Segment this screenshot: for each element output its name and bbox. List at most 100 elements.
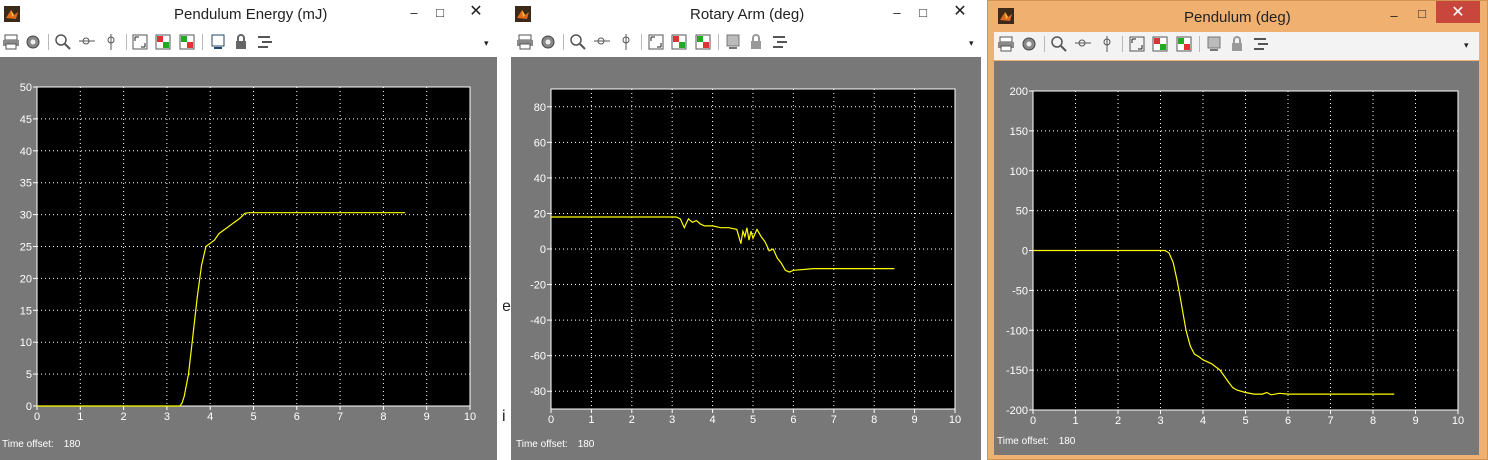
scope-window-pendulum-energy[interactable]: Pendulum Energy (mJ) ‒ □ ✕ ▾ 01234567891… [0,0,503,460]
chart-axes: 0 1 2 3 4 5 6 7 8 9 10 -200 -150 -100 -50 0 50 100 150 200 [1006,86,1464,427]
maximize-button[interactable]: □ [909,0,937,24]
scope-window-rotary-arm[interactable]: Rotary Arm (deg) ‒ □ ✕ ▾ 0 1 2 3 4 5 6 7 8 9 10 -80… [511,0,985,460]
x-tick-label: 3 [669,414,675,426]
print-icon[interactable] [2,33,20,51]
title-bar[interactable]: Pendulum Energy (mJ) ‒ □ ✕ [0,0,503,30]
time-offset-value: 180 [1058,436,1076,447]
x-tick-label: 7 [831,414,837,426]
close-button[interactable]: ✕ [1436,1,1480,23]
restore-axes-icon[interactable] [694,33,712,51]
y-tick-label: 80 [534,102,546,114]
zoom-x-icon[interactable] [593,33,611,51]
minimize-button[interactable]: ‒ [883,0,911,24]
y-tick-label: 50 [20,82,32,94]
window-title: Pendulum Energy (mJ) [174,6,328,23]
matlab-app-icon [515,6,531,22]
y-tick-label: 35 [20,178,32,190]
toolbar-separator [126,34,127,50]
x-tick-label: 4 [207,411,213,423]
x-tick-label: 3 [1157,415,1163,427]
lock-axes-icon[interactable] [232,33,250,51]
toolbar-overflow-icon[interactable]: ▾ [1464,40,1469,51]
zoom-y-icon[interactable] [617,33,635,51]
y-tick-label: 20 [20,273,32,285]
floating-scope-icon[interactable] [1205,35,1223,53]
restore-axes-icon[interactable] [1175,35,1193,53]
zoom-in-icon[interactable] [569,33,587,51]
lock-axes-icon[interactable] [1228,35,1246,53]
time-offset: Time offset: 180 [997,436,1085,447]
scope-toolbar: ▾ [511,30,985,56]
x-tick-label: 0 [1030,415,1036,427]
signal-selector-icon[interactable] [771,33,789,51]
x-tick-label: 5 [1242,415,1248,427]
x-tick-label: 4 [710,414,716,426]
restore-axes-icon[interactable] [178,33,196,51]
maximize-button[interactable]: □ [426,0,454,24]
y-tick-label: 150 [1010,126,1028,138]
title-bar[interactable]: Rotary Arm (deg) ‒ □ ✕ [511,0,985,30]
floating-scope-icon[interactable] [209,33,227,51]
minimize-button[interactable]: ‒ [400,0,428,24]
y-tick-label: 0 [1022,246,1028,258]
minimize-button[interactable]: ‒ [1380,3,1408,27]
title-bar[interactable]: Pendulum (deg) ‒ □ ✕ [988,1,1487,31]
x-tick-label: 9 [1412,415,1418,427]
time-offset-label: Time offset: [2,439,54,450]
params-icon[interactable] [539,33,557,51]
toolbar-overflow-icon[interactable]: ▾ [969,38,974,49]
toolbar-separator [1122,36,1123,52]
x-tick-label: 3 [164,411,170,423]
scope-toolbar: ▾ [994,32,1479,60]
y-tick-label: -200 [1006,405,1028,417]
maximize-button[interactable]: □ [1408,1,1436,25]
scope-display: 0 1 2 3 4 5 6 7 8 9 10 -80 -60 -40 -20 0 20 40 60 80 Time o… [511,57,981,460]
y-tick-label: 25 [20,242,32,254]
x-tick-label: 5 [250,411,256,423]
zoom-in-icon[interactable] [1050,35,1068,53]
time-offset-label: Time offset: [997,436,1049,447]
toolbar-separator [563,34,564,50]
params-icon[interactable] [1020,35,1038,53]
autoscale-icon[interactable] [647,33,665,51]
y-tick-label: 50 [1016,206,1028,218]
x-tick-label: 9 [424,411,430,423]
print-icon[interactable] [516,33,534,51]
scope-window-pendulum[interactable]: Pendulum (deg) ‒ □ ✕ ▾ 0 1 2 3 4 5 6 7 8 9 10 -200 -… [987,0,1488,460]
time-offset-value: 180 [63,439,81,450]
y-tick-label: -80 [530,386,546,398]
signal-selector-icon[interactable] [256,33,274,51]
lock-axes-icon[interactable] [747,33,765,51]
y-tick-label: 40 [20,146,32,158]
x-tick-label: 6 [1285,415,1291,427]
zoom-y-icon[interactable] [1098,35,1116,53]
x-tick-label: 10 [949,414,961,426]
save-axes-icon[interactable] [1151,35,1169,53]
x-tick-label: 4 [1200,415,1206,427]
x-tick-label: 8 [380,411,386,423]
close-button[interactable]: ✕ [454,0,498,22]
save-axes-icon[interactable] [670,33,688,51]
zoom-y-icon[interactable] [102,33,120,51]
x-tick-label: 2 [1115,415,1121,427]
floating-scope-icon[interactable] [724,33,742,51]
autoscale-icon[interactable] [1128,35,1146,53]
matlab-app-icon [998,8,1014,24]
save-axes-icon[interactable] [154,33,172,51]
print-icon[interactable] [997,35,1015,53]
zoom-x-icon[interactable] [78,33,96,51]
toolbar-separator [718,34,719,50]
y-tick-label: 10 [20,337,32,349]
signal-selector-icon[interactable] [1252,35,1270,53]
x-tick-label: 5 [750,414,756,426]
x-tick-label: 2 [629,414,635,426]
zoom-x-icon[interactable] [1074,35,1092,53]
toolbar-overflow-icon[interactable]: ▾ [484,38,489,49]
zoom-in-icon[interactable] [54,33,72,51]
time-offset: Time offset: 180 [2,439,90,450]
autoscale-icon[interactable] [131,33,149,51]
y-tick-label: -150 [1006,365,1028,377]
time-offset: Time offset: 180 [516,439,604,450]
close-button[interactable]: ✕ [938,0,982,22]
params-icon[interactable] [24,33,42,51]
